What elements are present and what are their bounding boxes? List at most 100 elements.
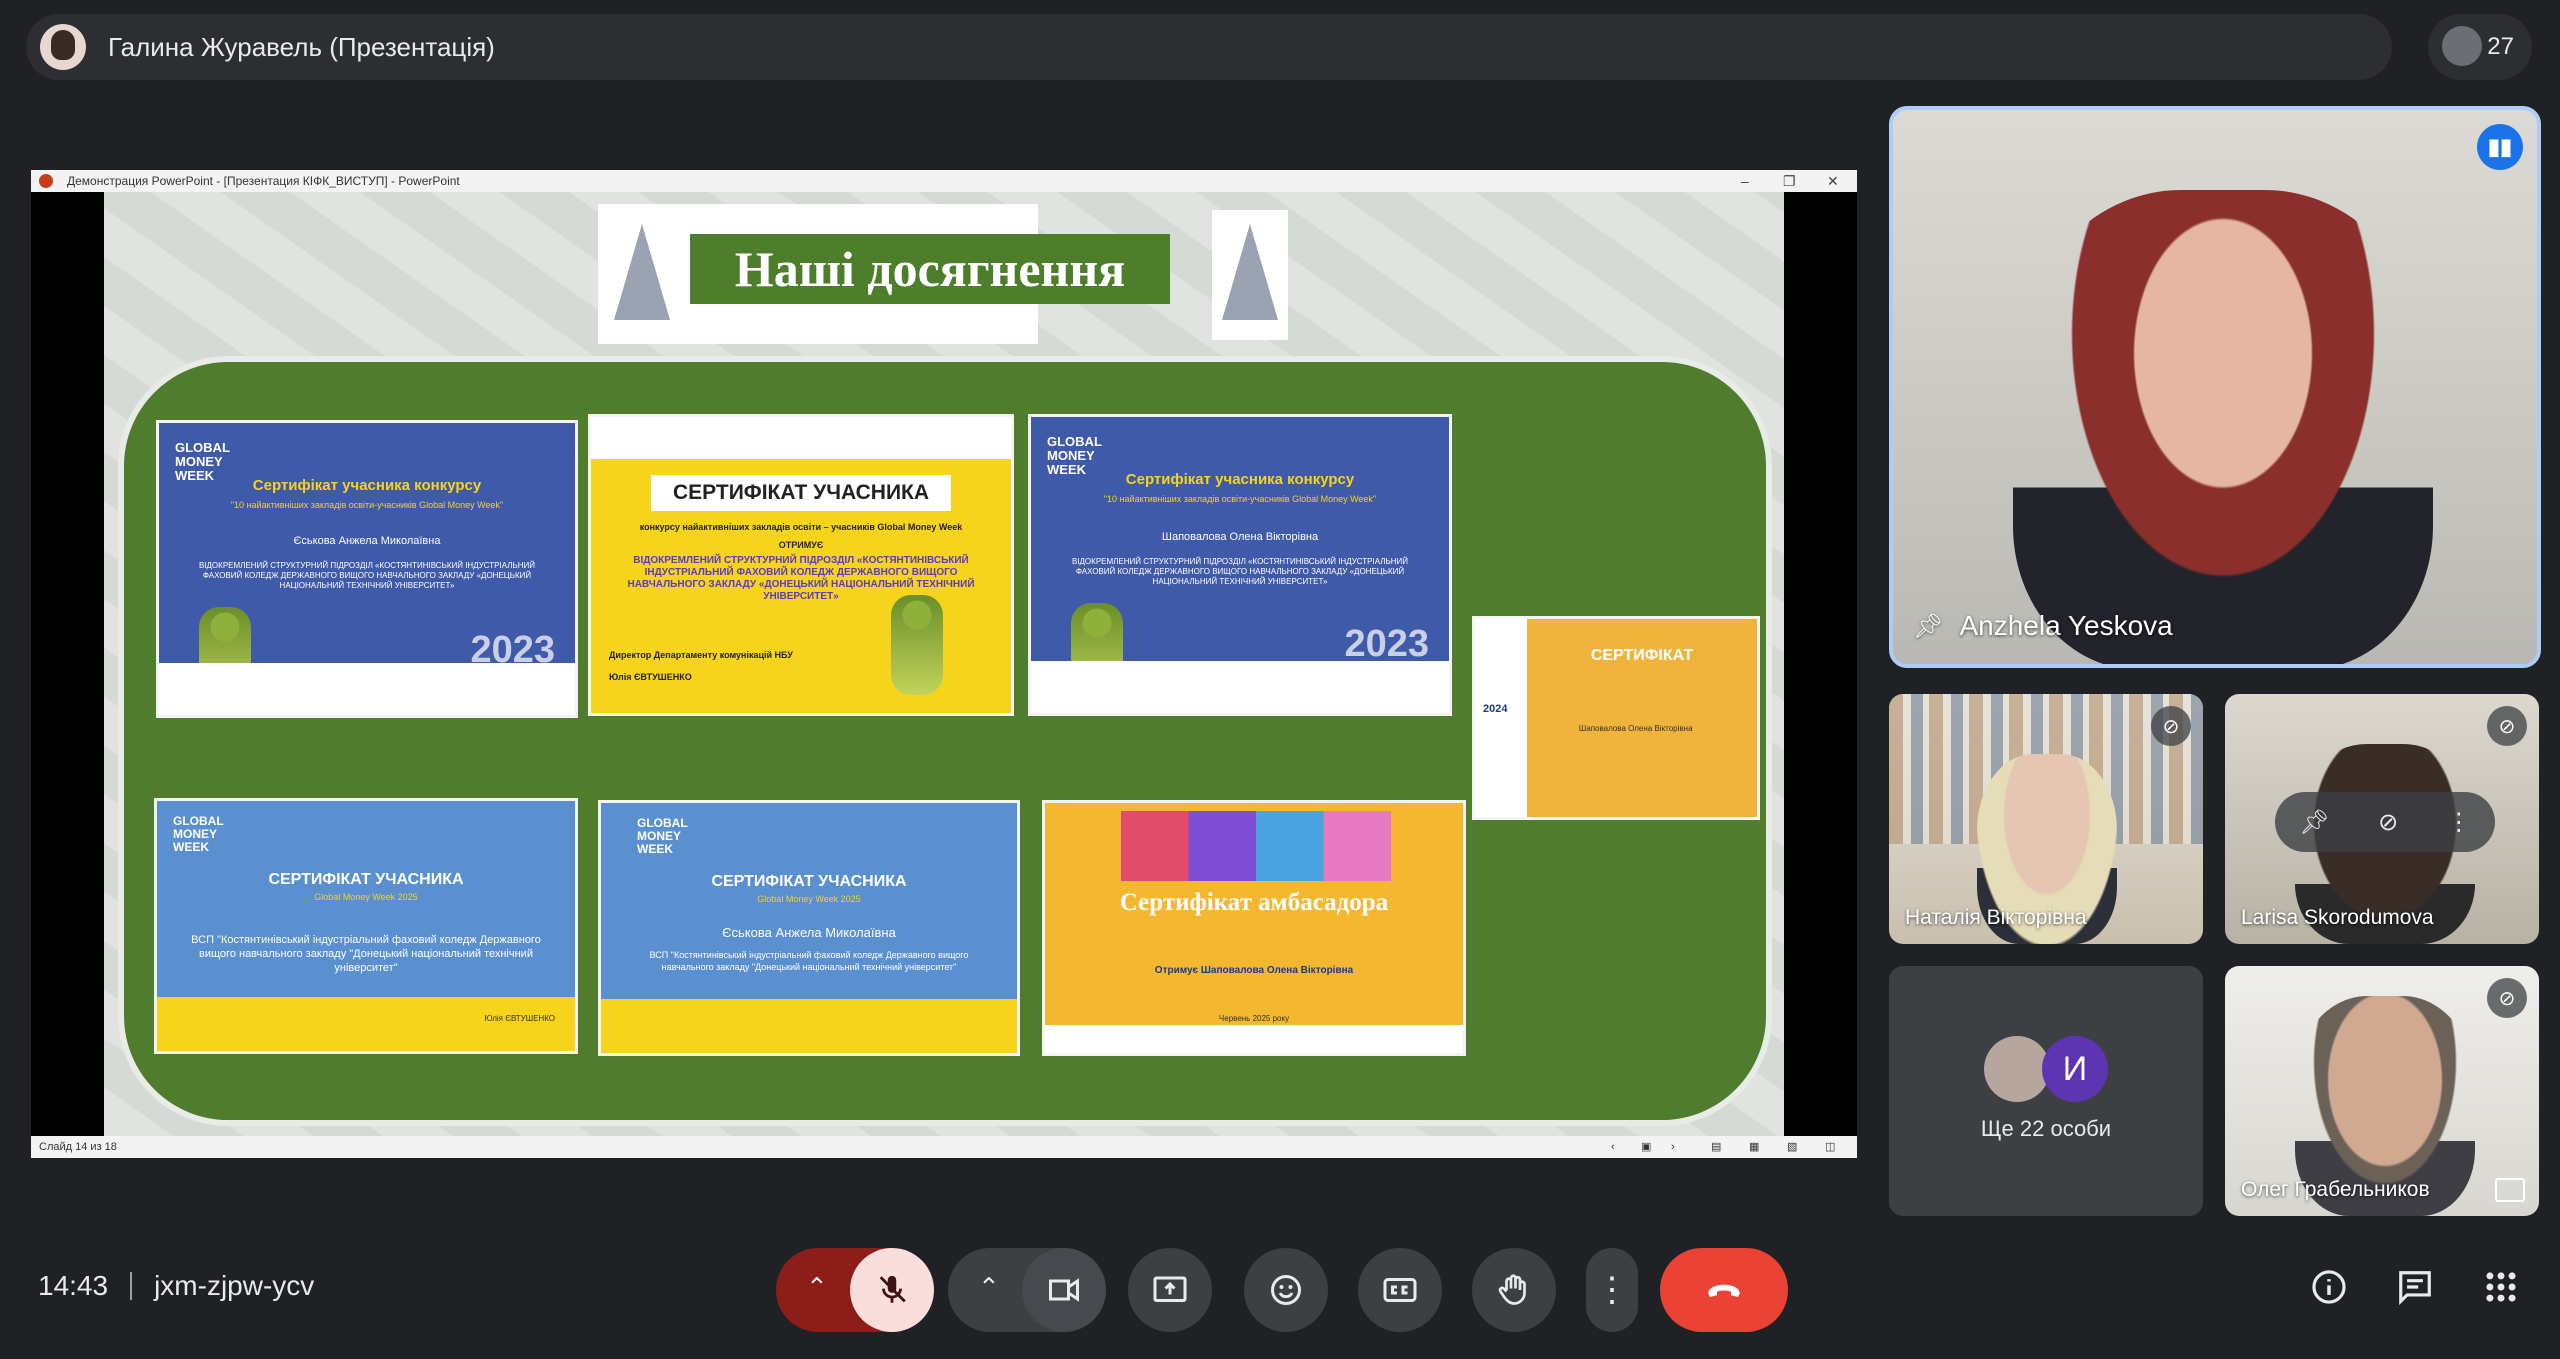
certificate-2025-college: GLOBAL MONEY WEEK СЕРТИФІКАТ УЧАСНИКА Glob… [154, 798, 578, 1054]
video-options-chevron-icon[interactable]: ⌃ [978, 1272, 1000, 1303]
info-icon [2312, 1270, 2346, 1304]
meeting-code: jxm-zjpw-ycv [154, 1270, 315, 1301]
speaker-video [2013, 190, 2433, 664]
cert-date: Червень 2025 року [1218, 1014, 1290, 1023]
restore-icon[interactable]: ❐ [1783, 170, 1796, 192]
participant-name: Наталія Вікторівна [1905, 906, 2087, 929]
powerpoint-statusbar: Слайд 14 из 18 ‹ ▣ › ▤ ▦ ▧ ◫ [31, 1136, 1857, 1158]
cert-header-band [591, 417, 1011, 459]
participant-name: 📌︎ Anzhela Yeskova [1913, 610, 2173, 641]
slide-title: Наші досягнення [690, 234, 1170, 304]
tile-hover-controls: 📌︎ ⊘ ⋮ [2275, 792, 2495, 852]
participants-avatar-icon [2442, 26, 2482, 66]
cert-org: ВСП "Костянтинівський індустріальний фах… [649, 950, 969, 972]
more-vert-icon[interactable]: ⋮ [2447, 808, 2471, 837]
gmw-logo: GLOBAL MONEY WEEK [637, 816, 688, 856]
reactions-button[interactable] [1244, 1248, 1328, 1332]
pin-icon[interactable]: 📌︎ [2299, 808, 2329, 837]
participants-count: 27 [2487, 33, 2514, 60]
cert-year: 2024 [1483, 703, 1508, 715]
cert-name: Шаповалова Олена Вікторівна [1161, 531, 1319, 543]
powerpoint-titlebar: Демонстрация PowerPoint - [Презентация К… [31, 170, 1857, 192]
cert-org: ВСП "Костянтинівський індустріальний фах… [191, 934, 541, 974]
minimize-icon[interactable]: – [1741, 170, 1749, 192]
cert-sponsors-band [1031, 661, 1449, 713]
more-options-button[interactable]: ⋮ [1586, 1248, 1638, 1332]
powerpoint-window-title: Демонстрация PowerPoint - [Презентация К… [67, 174, 460, 188]
normal-view-icon[interactable]: ▤ [1711, 1136, 1721, 1158]
participants-button[interactable]: 27 [2428, 14, 2532, 80]
activities-button[interactable] [2482, 1268, 2520, 1315]
cert-signer: Юлія ЄВТУШЕНКО [484, 1014, 555, 1023]
slideshow-view-icon[interactable]: ◫ [1825, 1136, 1835, 1158]
prev-slide-icon[interactable]: ‹ [1611, 1136, 1615, 1158]
cert-footer-band [601, 999, 1017, 1053]
college-logo-left [604, 210, 680, 340]
participant-name: Larisa Skorodumova [2241, 906, 2434, 929]
certificate-participant-yellow: СЕРТИФІКАТ УЧАСНИКА конкурсу найактивніш… [588, 414, 1014, 716]
audio-options-chevron-icon[interactable]: ⌃ [806, 1272, 828, 1303]
meeting-info: 14:43 jxm-zjpw-ycv [38, 1270, 314, 1302]
camera-button[interactable] [1022, 1248, 1106, 1332]
apps-icon [2486, 1272, 2516, 1302]
certificate-2023-yeskova: GLOBAL MONEY WEEK Сертифікат учасника конк… [156, 420, 578, 718]
cert-title: Сертифікат учасника конкурсу [1125, 471, 1355, 488]
cert-org: ВІДОКРЕМЛЕНИЙ СТРУКТУРНИЙ ПІДРОЗДІЛ «КОС… [1071, 557, 1409, 586]
mute-icon[interactable]: ⊘ [2378, 808, 2398, 837]
leave-call-button[interactable] [1660, 1248, 1788, 1332]
presentation-title-bar[interactable]: Галина Журавель (Презентація) [26, 14, 2392, 80]
reading-view-icon[interactable]: ▧ [1787, 1136, 1797, 1158]
certificate-2023-shapovalova: GLOBAL MONEY WEEK Сертифікат учасника конк… [1028, 414, 1452, 716]
cert-sponsors-band [1045, 1025, 1463, 1053]
present-button[interactable] [1128, 1248, 1212, 1332]
chat-button[interactable] [2396, 1268, 2434, 1315]
college-logo-right [1212, 210, 1288, 340]
mic-off-button[interactable] [850, 1248, 934, 1332]
cert-year: 2023 [1344, 623, 1429, 665]
certificate-ambassador: Сертифікат амбасадора Отримує Шаповалова… [1042, 800, 1466, 1056]
mic-off-icon [879, 1275, 906, 1303]
cert-subtitle: Global Money Week 2025 [757, 894, 861, 904]
meeting-time: 14:43 [38, 1270, 109, 1301]
others-summary: И Ще 22 особи [1889, 1036, 2203, 1142]
chat-icon [2399, 1271, 2431, 1306]
cert-sponsors-band [159, 663, 575, 715]
video-tile-natalia[interactable]: ⊘ Наталія Вікторівна [1889, 694, 2203, 944]
close-icon[interactable]: ✕ [1827, 170, 1839, 192]
raise-hand-button[interactable] [1472, 1248, 1556, 1332]
participant-avatar [1984, 1036, 2050, 1102]
others-count: Ще 22 особи [1980, 1116, 2112, 1141]
mascot-image [891, 595, 943, 695]
pin-icon: 📌︎ [1913, 612, 1944, 640]
presenter-avatar [40, 24, 86, 70]
captions-button[interactable] [1358, 1248, 1442, 1332]
cert-title: СЕРТИФІКАТ УЧАСНИКА [711, 873, 907, 890]
meeting-details-button[interactable] [2310, 1268, 2348, 1315]
sorter-view-icon[interactable]: ▦ [1749, 1136, 1759, 1158]
cert-name: Шаповалова Олена Вікторівна [1578, 724, 1693, 733]
cert-signer: Юлія ЄВТУШЕНКО [609, 672, 692, 682]
cert-left-strip [1475, 619, 1527, 817]
cert-title: СЕРТИФІКАТ [1590, 647, 1694, 664]
more-vert-icon: ⋮ [1595, 1271, 1629, 1309]
speaking-indicator-icon: ▮▮ [2477, 124, 2523, 170]
video-tile-larisa[interactable]: ⊘ 📌︎ ⊘ ⋮ Larisa Skorodumova [2225, 694, 2539, 944]
picture-in-picture-icon[interactable] [2495, 1178, 2525, 1202]
cert-portraits [1121, 811, 1391, 881]
cert-name: Єськова Анжела Миколаївна [293, 535, 441, 547]
gmw-logo: GLOBAL MONEY WEEK [173, 814, 224, 854]
slide: Наші досягнення GLOBAL MONEY WEEK Сертифік… [104, 192, 1784, 1136]
next-slide-icon[interactable]: › [1671, 1136, 1675, 1158]
video-tile-anzhela-yeskova[interactable]: ▮▮ 📌︎ Anzhela Yeskova [1889, 106, 2541, 668]
cert-title: СЕРТИФІКАТ УЧАСНИКА [651, 475, 951, 511]
cert-name: Єськова Анжела Миколаївна [722, 925, 896, 940]
cert-gets: ОТРИМУЄ [778, 540, 824, 550]
cert-title: Сертифікат амбасадора [1119, 889, 1389, 916]
call-end-icon [1708, 1284, 1740, 1297]
video-tile-oleh[interactable]: ⊘ Олег Грабельников [2225, 966, 2539, 1216]
cert-gets: Отримує Шаповалова Олена Вікторівна [1154, 965, 1354, 976]
cert-org: ВІДОКРЕМЛЕНИЙ СТРУКТУРНИЙ ПІДРОЗДІЛ «КОС… [198, 561, 536, 590]
others-tile[interactable]: И Ще 22 особи [1889, 966, 2203, 1216]
slide-menu-icon[interactable]: ▣ [1641, 1136, 1651, 1158]
mic-off-icon: ⊘ [2151, 706, 2191, 746]
